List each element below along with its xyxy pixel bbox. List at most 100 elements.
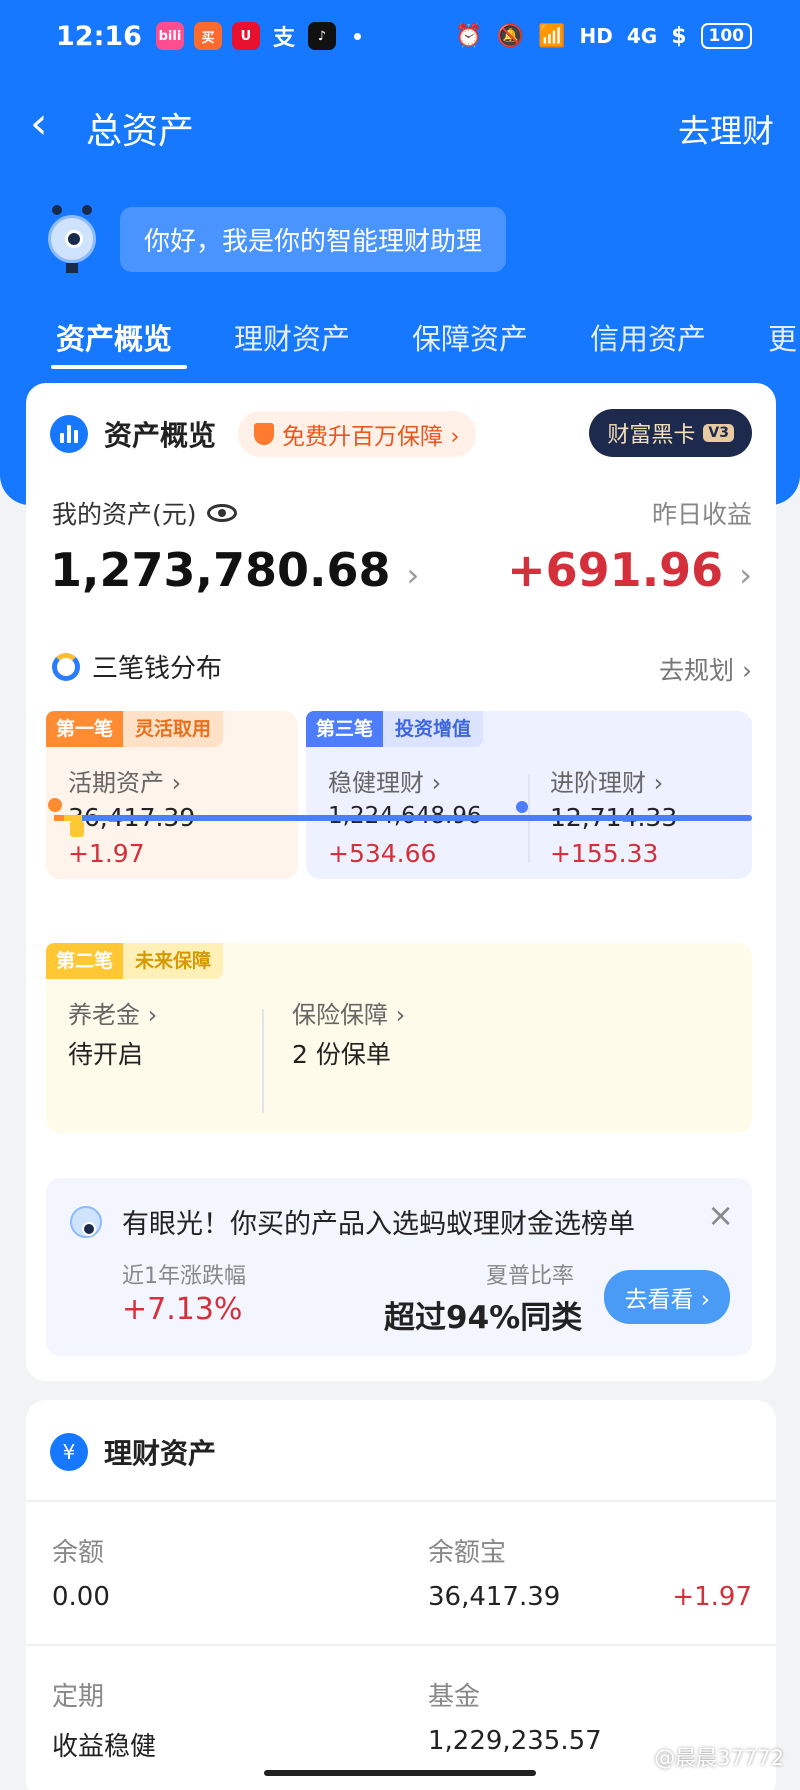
eye-icon[interactable]	[206, 504, 237, 522]
notification-dot-icon	[353, 32, 361, 40]
recommendation-banner[interactable]: 有眼光！你买的产品入选蚂蚁理财金选榜单 × 近1年涨跌幅 +7.13% 夏普比率…	[46, 1178, 752, 1356]
tiktok-icon: ♪	[307, 22, 336, 50]
total-assets-value: 1,273,780.68	[50, 543, 391, 597]
first-tag-label: 第一笔	[46, 711, 124, 747]
advanced-finance-gain: +155.33	[550, 839, 659, 868]
assistant-robot-icon	[44, 205, 100, 273]
page-title: 总资产	[86, 111, 195, 152]
divider	[26, 1500, 776, 1502]
my-assets-label-row: 我的资产(元)	[52, 495, 237, 531]
yuebao-gain: +1.97	[672, 1582, 752, 1612]
my-assets-label: 我的资产(元)	[52, 500, 197, 529]
sharpe-value: 超过94%同类	[384, 1300, 583, 1336]
tab-overview[interactable]: 资产概览	[56, 316, 172, 358]
yuebao-value: 36,417.39	[428, 1582, 561, 1612]
first-segment	[54, 815, 64, 821]
home-indicator[interactable]	[264, 1770, 536, 1776]
divider	[26, 1644, 776, 1646]
app-icon-2: 买	[193, 22, 222, 50]
vip-card-label: 财富黑卡	[607, 423, 696, 448]
yesterday-gain[interactable]: +691.96 ›	[507, 543, 752, 597]
active-tab-indicator	[51, 365, 187, 369]
third-money-tag: 第三笔 投资增值	[306, 711, 484, 747]
third-marker-icon	[516, 801, 528, 813]
yuan-icon: ¥	[50, 1433, 88, 1471]
balance-label: 余额	[52, 1538, 105, 1568]
current-assets-gain: +1.97	[68, 839, 145, 868]
plan-link[interactable]: 去规划 ›	[659, 651, 752, 687]
yesterday-gain-value: +691.96	[507, 543, 724, 597]
section-title: 资产概览	[104, 419, 217, 452]
watermark: @晨晨37772	[654, 1746, 784, 1770]
second-money-box: 第二笔 未来保障 养老金 › 待开启 保险保障 › 2 份保单	[46, 943, 752, 1133]
balance-value: 0.00	[52, 1582, 110, 1612]
vip-card-badge[interactable]: 财富黑卡 V3	[589, 409, 752, 457]
first-tag-name: 灵活取用	[123, 711, 224, 747]
steady-finance-label: 稳健理财 ›	[328, 769, 442, 797]
shield-status-icon: $	[671, 23, 687, 49]
yearly-change-value: +7.13%	[122, 1292, 243, 1327]
second-marker-icon	[70, 821, 84, 837]
chevron-right-icon: ›	[406, 556, 420, 594]
yuebao-label: 余额宝	[428, 1538, 507, 1568]
tab-bar: 资产概览 理财资产 保障资产 信用资产 更	[0, 310, 800, 380]
ring-chart-icon	[52, 652, 80, 681]
hd-indicator: HD	[579, 24, 613, 48]
first-marker-icon	[48, 798, 62, 812]
section-title: 理财资产	[104, 1437, 217, 1470]
third-tag-label: 第三笔	[306, 711, 384, 747]
three-money-header: 三笔钱分布	[52, 648, 222, 685]
recommendation-title: 有眼光！你买的产品入选蚂蚁理财金选榜单	[122, 1209, 635, 1240]
overview-card: 资产概览 免费升百万保障 › 财富黑卡 V3 我的资产(元) 昨日收益 1,27…	[26, 383, 776, 1381]
chevron-right-icon: ›	[739, 556, 752, 594]
tab-more[interactable]: 更	[768, 316, 797, 358]
second-money-tag: 第二笔 未来保障	[46, 943, 224, 979]
divider	[262, 1009, 264, 1113]
status-bar: 12:16 bili 买 U 支 ♪ ⏰ 🔕 📶 HD 4G $ 100	[0, 0, 800, 72]
alarm-icon: ⏰	[455, 23, 483, 49]
sharpe-label: 夏普比率	[486, 1264, 575, 1289]
shield-icon	[254, 423, 275, 445]
insurance-label: 保险保障 ›	[292, 1001, 406, 1029]
first-money-tag: 第一笔 灵活取用	[46, 711, 224, 747]
app-icon-3: U	[231, 22, 260, 50]
mute-icon: 🔕	[496, 23, 525, 49]
app-icon-1: bili	[155, 22, 184, 50]
third-money-box: 第三笔 投资增值 稳健理财 › 1,224,648.96 +534.66 进阶理…	[306, 711, 752, 879]
advanced-finance-label: 进阶理财 ›	[550, 769, 664, 797]
bar-chart-icon	[50, 415, 88, 453]
yearly-change-label: 近1年涨跌幅	[122, 1264, 246, 1289]
tab-credit[interactable]: 信用资产	[590, 316, 706, 358]
tab-finance[interactable]: 理财资产	[234, 316, 350, 358]
steady-finance-gain: +534.66	[328, 839, 437, 868]
tab-insurance[interactable]: 保障资产	[412, 316, 528, 358]
assistant-robot-icon	[68, 1200, 104, 1244]
clock: 12:16	[56, 20, 142, 52]
third-tag-name: 投资增值	[383, 711, 484, 747]
second-tag-name: 未来保障	[123, 943, 224, 979]
three-money-title: 三笔钱分布	[92, 654, 223, 684]
network-indicator: 4G	[626, 24, 658, 48]
vip-level: V3	[703, 424, 734, 442]
finance-assets-header[interactable]: ¥ 理财资产	[50, 1432, 216, 1472]
assistant-row[interactable]: 你好，我是你的智能理财助理	[44, 205, 507, 273]
close-icon[interactable]: ×	[707, 1196, 734, 1234]
assistant-greeting[interactable]: 你好，我是你的智能理财助理	[120, 206, 507, 272]
second-tag-label: 第二笔	[46, 943, 124, 979]
current-assets-label: 活期资产 ›	[68, 769, 182, 797]
go-finance-link[interactable]: 去理财	[678, 106, 774, 152]
fixed-term-label: 定期	[52, 1682, 105, 1712]
promo-badge[interactable]: 免费升百万保障 ›	[238, 411, 476, 457]
pension-label: 养老金 ›	[68, 1001, 158, 1029]
insurance-value: 2 份保单	[292, 1040, 391, 1069]
total-assets[interactable]: 1,273,780.68 ›	[50, 543, 419, 597]
nav-bar: ‹ 总资产 去理财	[0, 72, 800, 182]
fixed-term-value: 收益稳健	[52, 1732, 157, 1762]
finance-assets-card: ¥ 理财资产 余额 0.00 余额宝 36,417.39 +1.97 定期 收益…	[26, 1400, 776, 1790]
go-see-button[interactable]: 去看看 ›	[604, 1270, 730, 1324]
first-money-box[interactable]: 第一笔 灵活取用 活期资产 › 36,417.39 +1.97	[46, 711, 298, 879]
battery-icon: 100	[700, 23, 752, 49]
back-icon[interactable]: ‹	[30, 102, 48, 146]
overview-header: 资产概览 免费升百万保障 ›	[50, 411, 476, 457]
fund-value: 1,229,235.57	[428, 1726, 602, 1756]
